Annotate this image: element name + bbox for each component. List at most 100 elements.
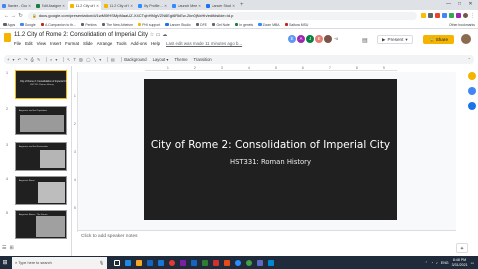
paint-format-icon[interactable]: ✎ — [37, 57, 41, 62]
new-tab-button[interactable]: + — [240, 1, 244, 10]
notifications-icon[interactable]: ▭ — [471, 261, 474, 265]
menu-add-ons[interactable]: Add-ons — [131, 41, 147, 46]
slide-thumbnail[interactable]: City of Rome 2: Consolidation of Imperia… — [15, 70, 68, 99]
grid-view-icon[interactable]: ⊞ — [9, 245, 13, 251]
chevron-down-icon[interactable]: ▾ — [12, 57, 14, 62]
present-button[interactable]: ▶ Present ▾ — [377, 35, 413, 44]
browser-tab[interactable]: My Profile - Zoom✕ — [136, 1, 169, 10]
extension-icon[interactable] — [449, 13, 454, 18]
text-box-icon[interactable]: T — [73, 57, 76, 62]
menu-insert[interactable]: Insert — [50, 41, 61, 46]
windows-start-icon[interactable]: ⊞ — [0, 259, 10, 266]
close-icon[interactable]: ✕ — [96, 4, 99, 8]
undo-icon[interactable]: ↶ — [18, 57, 22, 62]
extension-icon[interactable] — [442, 13, 447, 18]
browser-tab[interactable]: 11.2 City of Rome 2: Consoli✕ — [68, 1, 101, 10]
close-icon[interactable]: ✕ — [62, 4, 65, 8]
menu-format[interactable]: Format — [65, 41, 79, 46]
menu-arrange[interactable]: Arrange — [97, 41, 113, 46]
menu-file[interactable]: File — [14, 41, 21, 46]
browser-tab[interactable]: Edit Assignment - Essay Assi✕ — [34, 1, 67, 10]
line-icon[interactable]: ╲ — [94, 57, 97, 62]
other-bookmarks[interactable]: Other bookmarks — [449, 21, 475, 28]
bookmark-item[interactable]: Google — [20, 23, 36, 27]
comment-add-icon[interactable]: ▤ — [111, 57, 115, 62]
forward-icon[interactable]: → — [10, 13, 17, 19]
notes-divider[interactable] — [78, 230, 456, 231]
select-icon[interactable]: ↖ — [67, 57, 71, 62]
bookmark-item[interactable]: Saltura MSU — [284, 23, 308, 27]
chevron-down-icon[interactable]: ▾ — [405, 37, 407, 43]
browser-tab[interactable]: 11.2 City of Rome 2: Consol✕ — [102, 1, 135, 10]
star-icon[interactable]: ☆ — [150, 32, 154, 38]
minimize-button[interactable]: — — [443, 0, 454, 9]
collaborator-avatar[interactable]: A — [297, 35, 305, 43]
menu-edit[interactable]: Edit — [25, 41, 33, 46]
star-icon[interactable] — [421, 13, 426, 18]
bookmark-item[interactable]: Apps — [3, 23, 15, 27]
excel-taskbar-icon[interactable] — [199, 256, 210, 269]
slide-thumbnail[interactable]: Augustan Rome — [15, 176, 67, 205]
browser-tab[interactable]: Lancer Studio✕ — [204, 1, 237, 10]
store-taskbar-icon[interactable] — [144, 256, 155, 269]
chevron-down-icon[interactable]: ▾ — [99, 57, 101, 62]
bookmark-item[interactable]: DFE — [195, 23, 207, 27]
close-icon[interactable]: ✕ — [164, 4, 167, 8]
user-avatar[interactable] — [461, 34, 471, 44]
layout-button[interactable]: Layout ▾ — [153, 57, 169, 62]
collaborator-avatar[interactable]: J — [306, 35, 314, 43]
close-icon[interactable]: ✕ — [232, 4, 235, 8]
menu-slide[interactable]: Slide — [83, 41, 93, 46]
menu-help[interactable]: Help — [151, 41, 160, 46]
doc-title[interactable]: 11.2 City of Rome 2: Consolidation of Im… — [14, 32, 148, 38]
teams-taskbar-icon[interactable] — [254, 256, 265, 269]
acrobat-taskbar-icon[interactable] — [210, 256, 221, 269]
back-icon[interactable]: ← — [3, 13, 10, 19]
shape-icon[interactable]: ◯ — [86, 57, 91, 62]
move-folder-icon[interactable]: ▭ — [156, 32, 161, 38]
profile-avatar[interactable] — [463, 13, 468, 18]
clock[interactable]: 8:48 PM 3/31/2021 — [452, 258, 468, 266]
menu-view[interactable]: View — [37, 41, 46, 46]
chevron-up-icon[interactable]: ⌃ — [425, 261, 428, 265]
wifi-icon[interactable]: ◔ — [431, 261, 433, 265]
last-edit-link[interactable]: Last edit was made 11 minutes ago b... — [166, 41, 242, 46]
maximize-button[interactable]: □ — [454, 0, 465, 9]
extension-icon[interactable] — [456, 13, 461, 18]
bookmark-item[interactable]: Gel Note — [211, 23, 230, 27]
browser-tab[interactable]: Launch Meeting - Zoom✕ — [170, 1, 203, 10]
reload-icon[interactable]: ↻ — [17, 13, 24, 19]
bookmark-item[interactable]: Lancer Studio — [165, 23, 191, 27]
extension-icon[interactable] — [435, 13, 440, 18]
volume-icon[interactable]: ♪ — [436, 261, 438, 265]
browser-tab[interactable]: Baxter - Google Drive✕ — [0, 1, 33, 10]
new-slide-icon[interactable]: + — [7, 57, 9, 62]
chevron-down-icon[interactable]: ▾ — [55, 57, 57, 62]
transition-button[interactable]: Transition — [194, 57, 212, 62]
language-indicator[interactable]: ENG — [441, 261, 449, 265]
share-button[interactable]: 🔒 Share — [423, 35, 454, 44]
zoom-taskbar-icon[interactable] — [232, 256, 243, 269]
microphone-icon[interactable]: 🎙 — [99, 260, 104, 265]
close-icon[interactable]: ✕ — [28, 4, 31, 8]
spotify-taskbar-icon[interactable] — [243, 256, 254, 269]
task-view-taskbar-icon[interactable] — [111, 256, 122, 269]
collaborator-avatar[interactable]: E — [288, 35, 296, 43]
onenote-taskbar-icon[interactable] — [177, 256, 188, 269]
bookmark-item[interactable]: The New Atheism — [101, 23, 133, 27]
bookmark-item[interactable]: PHI support — [137, 23, 160, 27]
collaborator-avatar[interactable]: E — [315, 35, 323, 43]
slide-title[interactable]: City of Rome 2: Consolidation of Imperia… — [144, 139, 397, 151]
background-button[interactable]: Background — [124, 57, 146, 62]
slide-thumbnail[interactable]: Augustus and the Population — [15, 106, 67, 135]
calendar-icon[interactable] — [468, 102, 476, 110]
photos-taskbar-icon[interactable] — [265, 256, 276, 269]
collaborator-avatar[interactable] — [324, 35, 332, 43]
slides-logo-icon[interactable] — [4, 33, 11, 42]
tasks-icon[interactable] — [468, 87, 476, 95]
current-slide[interactable]: City of Rome 2: Consolidation of Imperia… — [144, 79, 397, 220]
explore-icon[interactable]: ✦ — [456, 243, 468, 253]
bookmark-item[interactable]: In genels — [234, 23, 253, 27]
kebab-menu-icon[interactable]: ⋮ — [470, 13, 475, 19]
edge-taskbar-icon[interactable] — [122, 256, 133, 269]
